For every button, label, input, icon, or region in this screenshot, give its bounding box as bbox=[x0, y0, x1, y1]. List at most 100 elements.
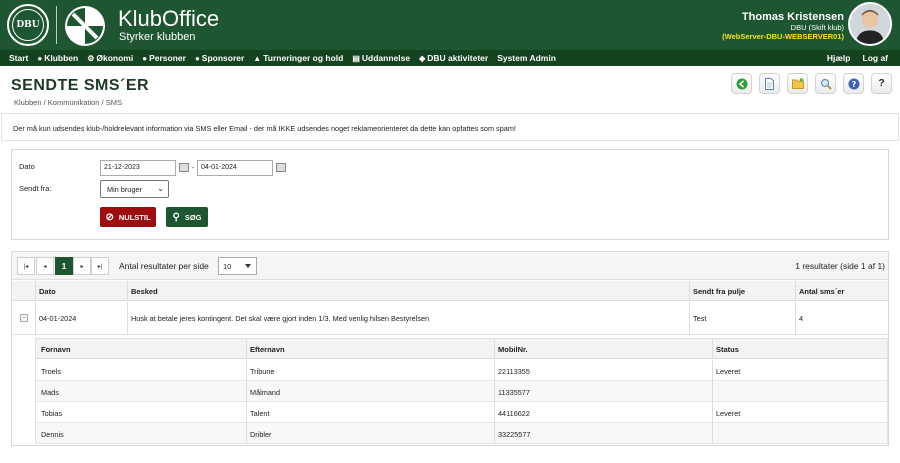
pager: |◂ ◂ 1 ▸ ▸| Antal resultater per side 10… bbox=[12, 252, 888, 280]
avatar[interactable] bbox=[848, 2, 892, 46]
nav-item-turneringer[interactable]: ▲ Turneringer og hold bbox=[253, 53, 343, 63]
current-page-button[interactable]: 1 bbox=[55, 257, 73, 275]
column-header-first-name[interactable]: Fornavn bbox=[41, 345, 71, 354]
table-header: Dato Besked Sendt fra pulje Antal sms´er bbox=[12, 281, 888, 301]
column-divider bbox=[127, 302, 128, 335]
people-icon: ● bbox=[194, 53, 200, 63]
column-header-date[interactable]: Dato bbox=[39, 287, 56, 296]
search-button[interactable] bbox=[815, 73, 836, 94]
help-link[interactable]: Hjælp bbox=[827, 53, 851, 63]
recipients-table: Fornavn Efternavn MobilNr. Status Troels… bbox=[35, 338, 888, 444]
last-page-button[interactable]: ▸| bbox=[91, 257, 109, 275]
column-header-count[interactable]: Antal sms´er bbox=[799, 287, 844, 296]
nav-label: Start bbox=[9, 53, 29, 63]
user-name: Thomas Kristensen bbox=[741, 11, 844, 23]
column-divider bbox=[712, 360, 713, 381]
nav-item-klubben[interactable]: ● Klubben bbox=[37, 53, 78, 63]
main-nav: Start ● Klubben ⚙ Økonomi ● Personer ● Spons… bbox=[0, 50, 900, 66]
prev-page-button[interactable]: ◂ bbox=[36, 257, 54, 275]
reset-button[interactable]: ⊘ NULSTIL bbox=[100, 207, 156, 227]
filter-panel: Dato 21-12-2023 - 04-01-2024 Sendt fra: … bbox=[11, 149, 889, 240]
search-submit-button[interactable]: ⚲ SØG bbox=[166, 207, 208, 227]
switch-club-link[interactable]: DBU (Skift klub) bbox=[791, 23, 844, 32]
sender-select[interactable]: Min bruger ⌄ bbox=[100, 180, 169, 198]
column-divider bbox=[689, 281, 690, 301]
calendar-icon[interactable] bbox=[276, 163, 286, 172]
per-page-select[interactable]: 10 bbox=[218, 257, 257, 275]
first-page-button[interactable]: |◂ bbox=[17, 257, 35, 275]
column-header-last-name[interactable]: Efternavn bbox=[250, 345, 285, 354]
recipient-last-name: Dribler bbox=[250, 430, 272, 439]
column-divider bbox=[246, 360, 247, 381]
recipient-row[interactable]: Mads Målmand 11335577 bbox=[36, 381, 887, 402]
per-page-label: Antal resultater per side bbox=[119, 261, 209, 271]
collapse-icon[interactable]: − bbox=[20, 314, 28, 322]
column-divider bbox=[35, 302, 36, 335]
nav-item-uddannelse[interactable]: ▤ Uddannelse bbox=[352, 53, 410, 63]
row-message: Husk at betale jeres kontingent. Det ska… bbox=[131, 314, 430, 323]
nav-label: Uddannelse bbox=[361, 53, 411, 63]
nav-item-personer[interactable]: ● Personer bbox=[142, 53, 186, 63]
column-divider bbox=[494, 423, 495, 444]
recipient-mobile: 33225577 bbox=[498, 430, 531, 439]
dbu-logo[interactable]: DBU bbox=[7, 4, 49, 46]
trophy-icon: ▲ bbox=[253, 53, 262, 63]
nav-label: Personer bbox=[149, 53, 186, 63]
column-header-status[interactable]: Status bbox=[716, 345, 739, 354]
calendar-icon[interactable] bbox=[179, 163, 189, 172]
next-page-button[interactable]: ▸ bbox=[73, 257, 91, 275]
results-grid: |◂ ◂ 1 ▸ ▸| Antal resultater per side 10… bbox=[11, 251, 889, 446]
column-header-mobile[interactable]: MobilNr. bbox=[498, 345, 528, 354]
cap-icon: ◆ bbox=[419, 53, 426, 63]
date-to-input[interactable]: 04-01-2024 bbox=[197, 160, 273, 176]
nav-item-start[interactable]: Start bbox=[9, 53, 28, 63]
recipient-status: Leveret bbox=[716, 409, 741, 418]
app-header: DBU KlubOffice Styrker klubben Thomas Kr… bbox=[0, 0, 900, 50]
help-button[interactable]: ? bbox=[871, 73, 892, 94]
info-button[interactable]: ? bbox=[843, 73, 864, 94]
nav-label: Klubben bbox=[44, 53, 79, 63]
logout-link[interactable]: Log af bbox=[863, 53, 889, 63]
sender-select-value: Min bruger bbox=[107, 185, 142, 194]
search-button-label: SØG bbox=[184, 212, 202, 222]
column-header-pool[interactable]: Sendt fra pulje bbox=[693, 287, 745, 296]
document-button[interactable] bbox=[759, 73, 780, 94]
column-divider bbox=[494, 381, 495, 402]
column-divider bbox=[494, 360, 495, 381]
folder-button[interactable] bbox=[787, 73, 808, 94]
nav-item-okonomi[interactable]: ⚙ Økonomi bbox=[87, 53, 133, 63]
row-count: 4 bbox=[799, 314, 804, 323]
avatar-icon bbox=[850, 4, 890, 44]
recipient-first-name: Mads bbox=[41, 388, 59, 397]
recipient-last-name: Talent bbox=[250, 409, 270, 418]
kluboffice-logo-icon[interactable] bbox=[64, 5, 106, 47]
recipient-status: Leveret bbox=[716, 367, 741, 376]
recipient-row[interactable]: Tobias Talent 44116622 Leveret bbox=[36, 402, 887, 423]
search-icon bbox=[820, 78, 832, 90]
column-divider bbox=[712, 423, 713, 444]
nav-item-system-admin[interactable]: System Admin bbox=[497, 53, 556, 63]
nav-label: Turneringer og hold bbox=[263, 53, 344, 63]
column-divider bbox=[35, 281, 36, 301]
table-row[interactable]: − 04-01-2024 Husk at betale jeres kontin… bbox=[12, 302, 888, 335]
recipient-row[interactable]: Troels Tribune 22113355 Leveret bbox=[36, 360, 887, 381]
recipient-row[interactable]: Dennis Dribler 33225577 bbox=[36, 423, 887, 444]
nav-label: Økonomi bbox=[96, 53, 134, 63]
date-from-input[interactable]: 21-12-2023 bbox=[100, 160, 176, 176]
book-icon: ▤ bbox=[352, 53, 360, 63]
row-pool: Test bbox=[693, 314, 707, 323]
nav-item-dbu-aktiviteter[interactable]: ◆ DBU aktiviteter bbox=[419, 53, 488, 63]
reset-button-label: NULSTIL bbox=[118, 212, 151, 222]
nav-label: System Admin bbox=[497, 53, 556, 63]
page-title: SENDTE SMS´ER bbox=[11, 77, 150, 94]
recipient-last-name: Målmand bbox=[250, 388, 281, 397]
nav-item-sponsorer[interactable]: ● Sponsorer bbox=[195, 53, 244, 63]
back-button[interactable] bbox=[731, 73, 752, 94]
cog-icon: ⚙ bbox=[87, 53, 95, 63]
recipient-mobile: 22113355 bbox=[498, 367, 530, 376]
recipient-mobile: 11335577 bbox=[498, 388, 530, 397]
column-divider bbox=[246, 339, 247, 359]
breadcrumb[interactable]: Klubben / Kommunikation / SMS bbox=[14, 98, 122, 107]
column-header-message[interactable]: Besked bbox=[131, 287, 158, 296]
chevron-down-icon bbox=[245, 264, 251, 268]
